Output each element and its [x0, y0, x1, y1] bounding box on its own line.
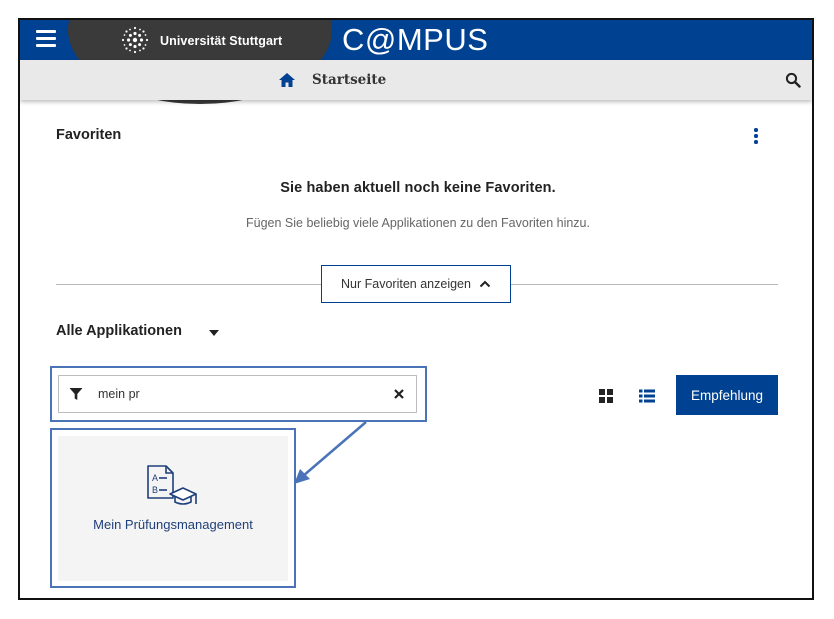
- breadcrumb-bar: [20, 60, 812, 100]
- application-tile-label: Mein Prüfungsmanagement: [93, 517, 253, 532]
- kebab-menu-icon[interactable]: [753, 128, 759, 144]
- search-icon[interactable]: [785, 72, 801, 88]
- university-logo-icon: [121, 26, 149, 54]
- breadcrumb-home-link[interactable]: Startseite: [312, 72, 386, 88]
- home-icon[interactable]: [278, 72, 296, 88]
- application-filter-input[interactable]: [98, 382, 378, 406]
- only-favorites-toggle-button[interactable]: Nur Favoriten anzeigen: [321, 265, 511, 303]
- list-view-icon[interactable]: [639, 389, 655, 403]
- favorites-title: Favoriten: [56, 127, 122, 143]
- close-icon[interactable]: [393, 388, 405, 400]
- university-name: Universität Stuttgart: [160, 34, 283, 48]
- favorites-empty-heading: Sie haben aktuell noch keine Favoriten.: [280, 180, 556, 196]
- app-window: Universität Stuttgart C@MPUS Startseite …: [18, 18, 814, 600]
- hamburger-menu-icon[interactable]: [36, 30, 56, 48]
- chevron-up-icon: [479, 280, 491, 288]
- caret-down-icon[interactable]: [209, 330, 219, 336]
- exam-management-icon: A B: [147, 465, 197, 505]
- all-applications-dropdown[interactable]: Alle Applikationen: [56, 323, 182, 339]
- only-favorites-label: Nur Favoriten anzeigen: [341, 277, 471, 291]
- svg-text:A: A: [152, 473, 158, 483]
- filter-funnel-icon: [69, 388, 83, 400]
- recommendation-button[interactable]: Empfehlung: [676, 375, 778, 415]
- grid-view-icon[interactable]: [599, 389, 613, 403]
- favorites-empty-hint: Fügen Sie beliebig viele Applikationen z…: [246, 216, 590, 230]
- svg-text:B: B: [152, 485, 158, 495]
- app-title: C@MPUS: [342, 22, 489, 57]
